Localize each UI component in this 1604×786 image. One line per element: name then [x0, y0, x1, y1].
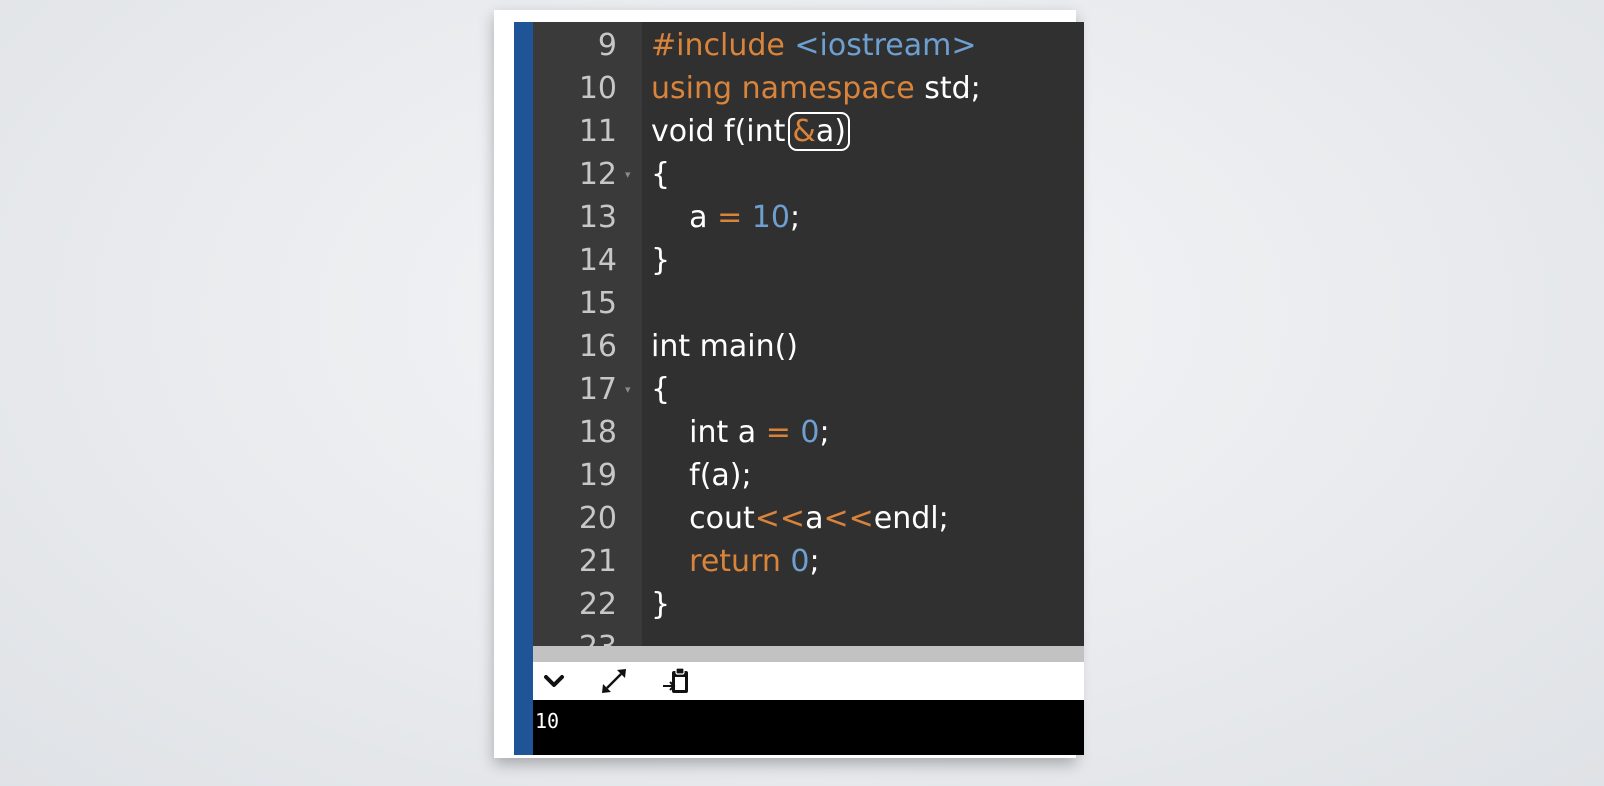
code-token: f(a);	[651, 458, 752, 493]
code-text: using namespace std;	[651, 67, 981, 110]
code-text: cout<<a<<endl;	[651, 497, 949, 540]
code-line: 16 int main()	[533, 325, 1084, 368]
code-line: 14}	[533, 239, 1084, 282]
line-number: 15	[578, 286, 617, 321]
line-number: 20	[578, 501, 617, 536]
code-token: return	[689, 544, 791, 579]
line-number: 21	[578, 544, 617, 579]
line-number: 10	[578, 71, 617, 106]
code-token: 0	[790, 544, 810, 579]
line-number: 9	[597, 28, 617, 63]
highlight-box: &a)	[788, 112, 850, 151]
code-line: 18 int a = 0;	[533, 411, 1084, 454]
code-token: cout	[651, 501, 755, 536]
code-token: using namespace	[651, 71, 925, 106]
code-text: }	[651, 583, 670, 626]
code-text: a = 10;	[651, 196, 800, 239]
code-line: 21 return 0;	[533, 540, 1084, 583]
code-token: a	[651, 200, 718, 235]
line-number: 16	[578, 329, 617, 364]
code-token: int a	[651, 415, 766, 450]
code-token: ;	[789, 200, 801, 235]
code-token: }	[651, 587, 671, 622]
code-line: 13 a = 10;	[533, 196, 1084, 239]
code-line: 23	[533, 626, 1084, 646]
code-text: int main()	[651, 325, 798, 368]
line-number: 18	[578, 415, 617, 450]
editor-toolbar	[533, 662, 1084, 700]
code-text: int a = 0;	[651, 411, 830, 454]
code-token: <<	[754, 501, 806, 536]
code-token: a)	[815, 114, 846, 149]
code-token: 10	[751, 200, 790, 235]
code-text: f(a);	[651, 454, 752, 497]
code-token: <<	[823, 501, 874, 536]
code-line: 10 using namespace std;	[533, 67, 1084, 110]
code-line: 19 f(a);	[533, 454, 1084, 497]
code-text: {	[651, 368, 670, 411]
line-number: 13	[578, 200, 617, 235]
code-line: 9 #include <iostream>	[533, 24, 1084, 67]
code-token: void f(int	[651, 114, 786, 149]
expand-icon[interactable]	[599, 666, 629, 696]
line-number: 11	[578, 114, 617, 149]
chevron-down-icon[interactable]	[539, 666, 569, 696]
code-text: void f(int &a)	[651, 110, 850, 153]
code-text: return 0;	[651, 540, 820, 583]
code-token: 0	[800, 415, 820, 450]
code-text: #include <iostream>	[651, 24, 976, 67]
code-line: 22}	[533, 583, 1084, 626]
code-editor[interactable]: 9 #include <iostream> 10 using namespace st…	[533, 22, 1084, 646]
accent-bar	[514, 22, 533, 755]
code-token: {	[651, 157, 671, 192]
line-number: 14	[578, 243, 617, 278]
line-number: 22	[578, 587, 617, 622]
code-line: 20 cout<<a<<endl;	[533, 497, 1084, 540]
console-output-text: 10	[535, 709, 560, 733]
fold-arrow-icon[interactable]: ▾	[625, 368, 631, 411]
line-number: 23	[533, 626, 617, 646]
code-text: {	[651, 153, 670, 196]
code-token: ;	[819, 415, 830, 450]
code-token: int main()	[651, 329, 799, 364]
line-number: 12	[578, 157, 617, 192]
code-token: ;	[809, 544, 820, 579]
paste-clipboard-icon[interactable]	[661, 666, 691, 696]
code-text: }	[651, 239, 670, 282]
horizontal-scrollbar[interactable]	[533, 646, 1084, 662]
code-token: endl;	[873, 501, 949, 536]
code-token: std;	[924, 71, 981, 106]
console-output: 10	[533, 700, 1084, 755]
code-token: #include	[651, 28, 795, 63]
code-token: &	[792, 114, 816, 149]
line-number: 17	[578, 372, 617, 407]
code-token: <iostream>	[794, 28, 977, 63]
code-token: =	[765, 415, 791, 450]
code-line: 11 void f(int &a)	[533, 110, 1084, 153]
code-line: 15	[533, 282, 1084, 325]
code-token: a	[805, 501, 824, 536]
code-token: }	[651, 243, 671, 278]
line-number: 19	[578, 458, 617, 493]
code-token: =	[717, 200, 743, 235]
code-line: 12 ▾ {	[533, 153, 1084, 196]
code-line: 17 ▾ {	[533, 368, 1084, 411]
fold-arrow-icon[interactable]: ▾	[625, 153, 631, 196]
code-token: {	[651, 372, 671, 407]
